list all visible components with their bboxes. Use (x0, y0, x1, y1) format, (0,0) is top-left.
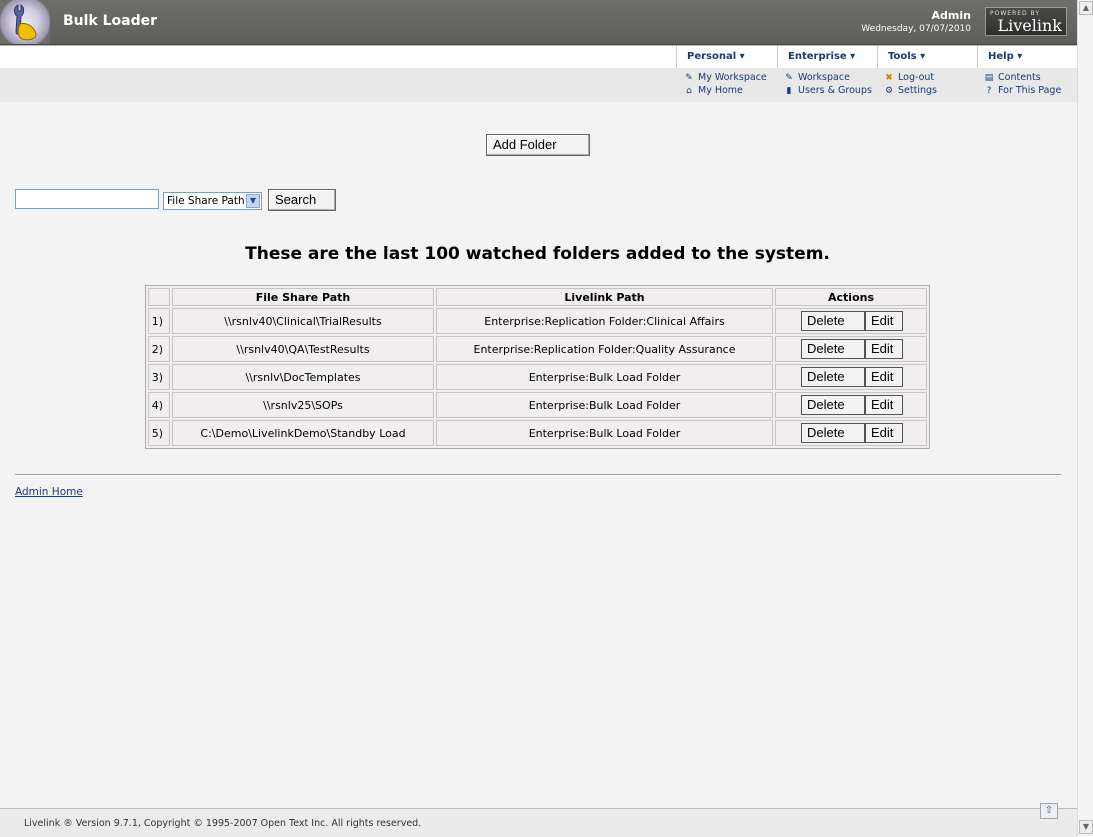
delete-button[interactable]: Delete (801, 311, 865, 331)
edit-button[interactable]: Edit (865, 339, 903, 359)
vertical-scrollbar[interactable]: ▲ ▼ (1077, 0, 1093, 836)
table-row: 4) \\rsnlv25\SOPs Enterprise:Bulk Load F… (148, 392, 927, 418)
actions-cell: Delete Edit (775, 392, 927, 418)
admin-home-link[interactable]: Admin Home (15, 486, 83, 498)
add-folder-button[interactable]: Add Folder (486, 134, 590, 156)
scroll-to-top-icon[interactable]: ⇧ (1040, 803, 1058, 819)
col-header-index (148, 288, 170, 306)
col-header-livelink-path: Livelink Path (436, 288, 773, 306)
file-share-path-cell: C:\Demo\LivelinkDemo\Standby Load (172, 420, 434, 446)
table-row: 3) \\rsnlv\DocTemplates Enterprise:Bulk … (148, 364, 927, 390)
bulk-loader-logo (0, 0, 50, 44)
current-date: Wednesday, 07/07/2010 (861, 24, 971, 34)
edit-button[interactable]: Edit (865, 423, 903, 443)
table-row: 1) \\rsnlv40\Clinical\TrialResults Enter… (148, 308, 927, 334)
help-links: ▤ Contents ? For This Page (984, 71, 1062, 97)
log-out-link[interactable]: ✖ Log-out (884, 71, 937, 84)
file-share-path-cell: \\rsnlv25\SOPs (172, 392, 434, 418)
contents-link[interactable]: ▤ Contents (984, 71, 1061, 84)
livelink-path-cell: Enterprise:Replication Folder:Quality As… (436, 336, 773, 362)
user-info: Admin Wednesday, 07/07/2010 (861, 9, 971, 34)
menu-personal[interactable]: Personal ▾ (676, 46, 777, 68)
powered-by-livelink-logo[interactable]: POWERED BY Livelink (985, 7, 1067, 36)
home-icon: ⌂ (686, 86, 692, 96)
quick-links-bar: ✎ My Workspace ⌂ My Home ✎ Workspace ▮ Users… (0, 68, 1077, 102)
table-row: 5) C:\Demo\LivelinkDemo\Standby Load Ent… (148, 420, 927, 446)
page-heading: These are the last 100 watched folders a… (245, 244, 830, 264)
global-menu-bar: Personal ▾ Enterprise ▾ Tools ▾ Help ▾ (0, 45, 1077, 69)
delete-button[interactable]: Delete (801, 395, 865, 415)
divider (15, 474, 1061, 476)
enterprise-links: ✎ Workspace ▮ Users & Groups (784, 71, 872, 97)
scroll-down-arrow-icon[interactable]: ▼ (1079, 820, 1093, 834)
settings-link[interactable]: ⚙ Settings (884, 84, 937, 97)
app-title: Bulk Loader (63, 13, 158, 29)
workspace-link[interactable]: ✎ Workspace (784, 71, 872, 84)
gear-icon: ⚙ (884, 86, 894, 96)
for-this-page-link[interactable]: ? For This Page (984, 84, 1062, 97)
row-number: 2) (148, 336, 170, 362)
search-input[interactable] (15, 189, 159, 209)
menu-help[interactable]: Help ▾ (977, 46, 1077, 68)
menu-enterprise[interactable]: Enterprise ▾ (777, 46, 877, 68)
table-header-row: File Share Path Livelink Path Actions (148, 288, 927, 306)
copyright-text: Livelink ® Version 9.7.1, Copyright © 19… (24, 818, 422, 829)
search-field-select[interactable]: File Share Path ▼ (163, 192, 262, 210)
file-share-path-cell: \\rsnlv40\QA\TestResults (172, 336, 434, 362)
delete-button[interactable]: Delete (801, 339, 865, 359)
edit-button[interactable]: Edit (865, 395, 903, 415)
file-share-path-cell: \\rsnlv\DocTemplates (172, 364, 434, 390)
actions-cell: Delete Edit (775, 308, 927, 334)
delete-button[interactable]: Delete (801, 367, 865, 387)
watched-folders-table: File Share Path Livelink Path Actions 1)… (145, 285, 930, 449)
tools-links: ✖ Log-out ⚙ Settings (884, 71, 937, 97)
chevron-down-icon[interactable]: ▼ (246, 194, 260, 208)
users-icon: ▮ (786, 86, 792, 96)
actions-cell: Delete Edit (775, 336, 927, 362)
scroll-up-arrow-icon[interactable]: ▲ (1079, 1, 1093, 15)
row-number: 5) (148, 420, 170, 446)
actions-cell: Delete Edit (775, 420, 927, 446)
menu-tools[interactable]: Tools ▾ (877, 46, 977, 68)
col-header-file-share-path: File Share Path (172, 288, 434, 306)
wrench-icon (14, 3, 37, 41)
delete-button[interactable]: Delete (801, 423, 865, 443)
row-number: 4) (148, 392, 170, 418)
livelink-path-cell: Enterprise:Bulk Load Folder (436, 392, 773, 418)
row-number: 1) (148, 308, 170, 334)
footer: Livelink ® Version 9.7.1, Copyright © 19… (0, 803, 1077, 837)
user-name: Admin (931, 9, 971, 22)
my-home-link[interactable]: ⌂ My Home (684, 84, 767, 97)
table-row: 2) \\rsnlv40\QA\TestResults Enterprise:R… (148, 336, 927, 362)
livelink-path-cell: Enterprise:Bulk Load Folder (436, 420, 773, 446)
file-share-path-cell: \\rsnlv40\Clinical\TrialResults (172, 308, 434, 334)
top-bar: Bulk Loader Admin Wednesday, 07/07/2010 … (0, 0, 1077, 45)
edit-button[interactable]: Edit (865, 367, 903, 387)
help-icon: ? (986, 86, 992, 96)
search-field-value: File Share Path (167, 195, 245, 207)
personal-links: ✎ My Workspace ⌂ My Home (684, 71, 767, 97)
edit-button[interactable]: Edit (865, 311, 903, 331)
users-groups-link[interactable]: ▮ Users & Groups (784, 84, 872, 97)
livelink-path-cell: Enterprise:Replication Folder:Clinical A… (436, 308, 773, 334)
row-number: 3) (148, 364, 170, 390)
livelink-brand: Livelink (997, 16, 1062, 35)
actions-cell: Delete Edit (775, 364, 927, 390)
livelink-path-cell: Enterprise:Bulk Load Folder (436, 364, 773, 390)
my-workspace-link[interactable]: ✎ My Workspace (684, 71, 767, 84)
search-button[interactable]: Search (268, 189, 336, 211)
col-header-actions: Actions (775, 288, 927, 306)
